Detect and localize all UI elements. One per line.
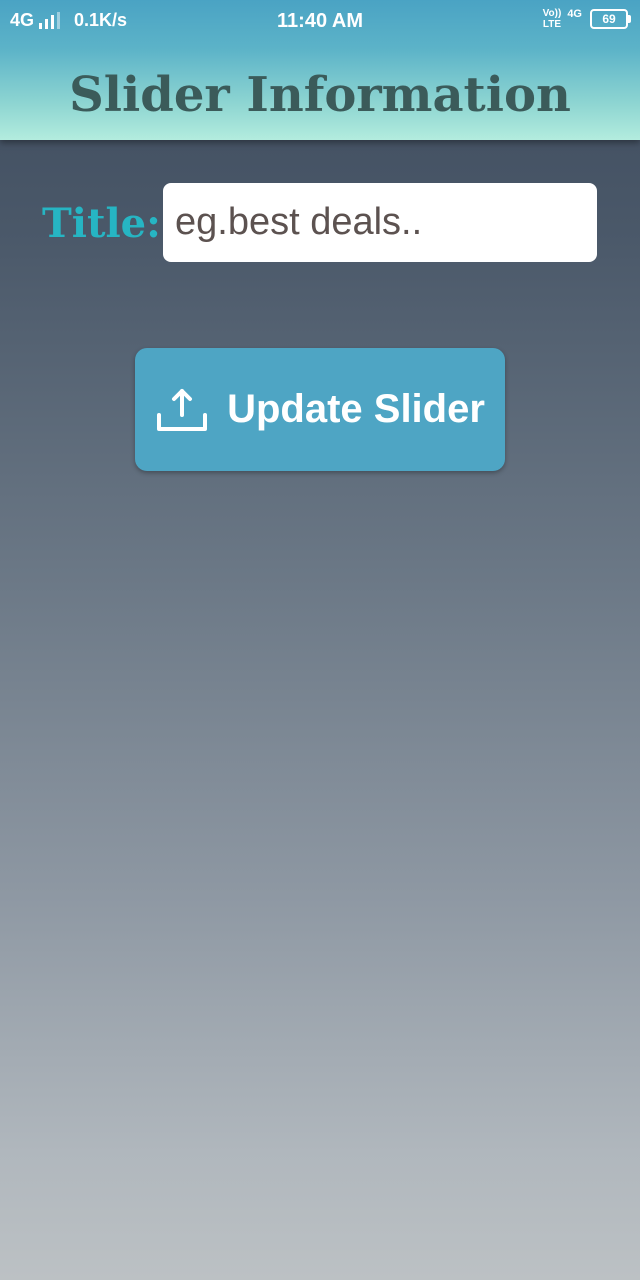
title-label: Title: [42,200,161,247]
network-indicator: 4G [567,8,582,20]
title-input[interactable] [163,183,597,262]
upload-icon [157,388,208,431]
volte-icon: Vo)) LTE [543,8,562,30]
update-slider-button[interactable]: Update Slider [135,348,505,471]
battery-level: 69 [602,12,616,26]
update-slider-label: Update Slider [227,387,485,431]
volte-bottom: LTE [542,19,562,30]
status-right: Vo)) LTE 4G 69 [543,8,631,30]
battery-icon: 69 [590,9,631,29]
app-header: 4G 0.1K/s 11:40 AM Vo)) LTE 4G 69 Slider… [0,0,640,140]
status-bar: 4G 0.1K/s 11:40 AM Vo)) LTE 4G 69 [0,0,640,44]
page-title: Slider Information [69,67,571,123]
volte-top: Vo)) [542,8,562,19]
